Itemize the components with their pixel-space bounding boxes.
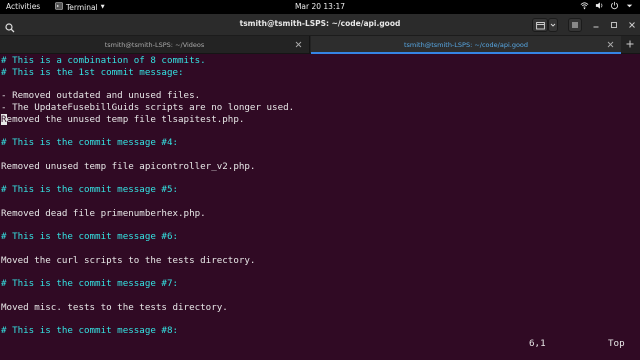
line-text: # This is the 1st commit message: [1, 66, 184, 78]
tab-videos[interactable]: tsmith@tsmith-LSPS: ~/Videos [0, 36, 310, 54]
tab-api-good[interactable]: tsmith@tsmith-LSPS: ~/code/api.good [311, 36, 621, 54]
window-header-bar: tsmith@tsmith-LSPS: ~/code/api.good [0, 14, 640, 36]
line-text: - The UpdateFusebillGuids scripts are no… [1, 102, 295, 113]
comment-line: # This is the commit message #4: [1, 137, 178, 149]
close-icon [629, 22, 635, 28]
tab-label: tsmith@tsmith-LSPS: ~/Videos [104, 41, 205, 49]
chevron-down-icon [550, 23, 556, 27]
cursor-position: 6,1 [529, 338, 546, 349]
line-text: # This is the commit message #7: [1, 278, 179, 290]
comment-line: # This is the commit message #8: [1, 325, 178, 337]
tab-menu-button[interactable] [548, 18, 558, 32]
network-icon [580, 1, 589, 10]
line-text: emoved the unused temp file tlsapitest.p… [6, 113, 245, 125]
text-line: Removed unused temp file apicontroller_v… [1, 161, 255, 173]
gnome-top-bar: Activities Terminal ▼ Mar 20 13:17 [0, 0, 640, 14]
close-window-button[interactable] [626, 19, 638, 31]
line-text: Removed dead file primenumberhex.php. [1, 207, 206, 219]
line-text: - Removed outdated and unused files. [1, 90, 201, 102]
tab-label: tsmith@tsmith-LSPS: ~/code/api.good [403, 41, 529, 49]
power-icon [610, 1, 619, 10]
line-text: # This is the commit message #4: [1, 137, 179, 149]
line-text: # This is the commit message #8: [1, 325, 179, 337]
line-text: # This is the commit message #6: [1, 231, 179, 243]
line-text: Moved the curl scripts to the tests dire… [1, 254, 256, 266]
scroll-position: Top [608, 338, 625, 349]
comment-line: # This is the commit message #5: [1, 184, 178, 196]
text-line: Moved the curl scripts to the tests dire… [1, 255, 255, 267]
clock[interactable]: Mar 20 13:17 [0, 2, 640, 11]
line-text: # This is a combination of 8 commits. [1, 55, 206, 66]
volume-icon [595, 1, 604, 10]
text-line: Moved misc. tests to the tests directory… [1, 302, 228, 314]
line-text: Removed unused temp file apicontroller_v… [1, 160, 256, 172]
chevron-down-icon [625, 1, 634, 10]
text-line: Removed dead file primenumberhex.php. [1, 208, 206, 220]
hamburger-menu-icon [572, 22, 578, 28]
text-line: - Removed outdated and unused files. [1, 90, 200, 102]
system-tray[interactable] [580, 1, 634, 10]
maximize-button[interactable] [608, 19, 620, 31]
hamburger-menu-button[interactable] [568, 18, 582, 32]
comment-line: # This is a combination of 8 commits. [1, 55, 206, 67]
tab-bar: tsmith@tsmith-LSPS: ~/Videos tsmith@tsmi… [0, 36, 640, 54]
new-tab-button[interactable] [532, 18, 548, 32]
minimize-icon [593, 26, 599, 28]
minimize-button[interactable] [590, 19, 602, 31]
maximize-icon [611, 22, 617, 28]
window-controls [532, 18, 638, 32]
comment-line: # This is the commit message #6: [1, 231, 178, 243]
text-line: - The UpdateFusebillGuids scripts are no… [1, 102, 294, 114]
text-line: Removed the unused temp file tlsapitest.… [1, 113, 245, 126]
line-text: Moved misc. tests to the tests directory… [1, 301, 228, 313]
new-tab-icon [535, 21, 545, 29]
comment-line: # This is the commit message #7: [1, 278, 178, 290]
line-text: # This is the commit message #5: [1, 184, 179, 196]
close-icon[interactable] [606, 40, 615, 49]
comment-line: # This is the 1st commit message: [1, 67, 184, 79]
terminal-area[interactable]: 6,1 Top # This is a combination of 8 com… [0, 54, 640, 360]
scrollbar[interactable] [636, 54, 640, 360]
add-tab-icon[interactable] [624, 39, 636, 51]
close-icon[interactable] [294, 40, 303, 49]
